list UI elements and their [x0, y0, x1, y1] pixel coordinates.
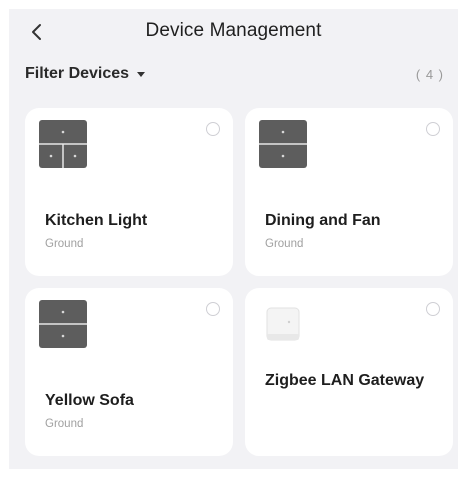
gateway-icon [266, 307, 300, 341]
select-radio[interactable] [206, 122, 220, 136]
two-gang-switch-icon [39, 300, 87, 348]
two-gang-switch-icon [259, 120, 307, 168]
device-card-zigbee-lan-gateway[interactable]: Zigbee LAN Gateway [245, 288, 453, 456]
device-name: Dining and Fan [265, 212, 381, 229]
device-name: Zigbee LAN Gateway [265, 372, 425, 389]
device-count: ( 4 ) [415, 67, 444, 82]
filter-devices-dropdown[interactable]: Filter Devices [25, 65, 146, 83]
filter-devices-label: Filter Devices [25, 65, 130, 82]
device-room: Ground [45, 418, 84, 430]
device-room: Ground [265, 238, 304, 250]
device-card-yellow-sofa[interactable]: Yellow Sofa Ground [25, 288, 233, 456]
caret-down-icon [137, 71, 146, 77]
select-radio[interactable] [206, 302, 220, 316]
header: Device Management [9, 9, 458, 55]
select-radio[interactable] [426, 122, 440, 136]
filter-row: Filter Devices ( 4 ) [9, 63, 458, 89]
select-radio[interactable] [426, 302, 440, 316]
device-card-kitchen-light[interactable]: Kitchen Light Ground [25, 108, 233, 276]
device-management-screen: Device Management Filter Devices ( 4 ) K… [9, 9, 458, 469]
device-name: Yellow Sofa [45, 392, 134, 409]
device-name: Kitchen Light [45, 212, 148, 229]
page-title: Device Management [145, 20, 322, 41]
device-room: Ground [45, 238, 84, 250]
device-card-dining-and-fan[interactable]: Dining and Fan Ground [245, 108, 453, 276]
three-gang-switch-icon [39, 120, 87, 168]
